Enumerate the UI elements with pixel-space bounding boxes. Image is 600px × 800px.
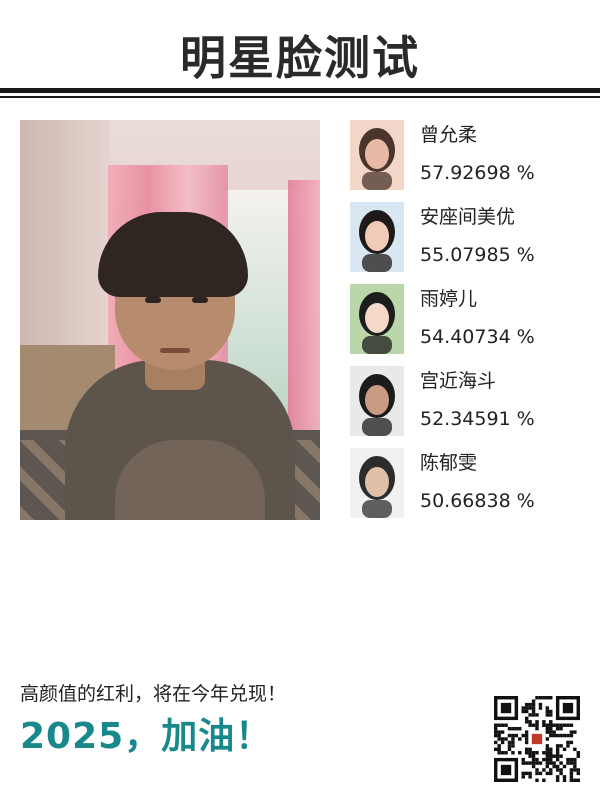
match-score-value: 52.34591 — [420, 408, 511, 430]
match-score: 57.92698% — [420, 162, 535, 184]
match-name: 宫近海斗 — [420, 370, 497, 392]
match-score-value: 57.92698 — [420, 162, 511, 184]
photo-eye-right — [192, 297, 208, 303]
match-score-value: 50.66838 — [420, 490, 511, 512]
qr-code[interactable] — [494, 696, 580, 782]
match-item[interactable]: 陈郁雯 50.66838% — [350, 448, 590, 520]
match-score-unit: % — [516, 326, 535, 348]
match-score-unit: % — [516, 244, 535, 266]
portrait-icon — [350, 202, 404, 272]
match-avatar[interactable] — [350, 120, 404, 190]
match-avatar[interactable] — [350, 448, 404, 518]
match-item[interactable]: 雨婷儿 54.40734% — [350, 284, 590, 356]
match-name: 安座间美优 — [420, 206, 516, 228]
portrait-icon — [350, 284, 404, 354]
portrait-icon — [350, 366, 404, 436]
match-item[interactable]: 安座间美优 55.07985% — [350, 202, 590, 274]
title-divider-thin — [0, 96, 600, 98]
match-item[interactable]: 曾允柔 57.92698% — [350, 120, 590, 192]
match-score-unit: % — [516, 490, 535, 512]
match-score: 54.40734% — [420, 326, 535, 348]
user-photo — [20, 120, 320, 520]
photo-mouth — [160, 348, 190, 353]
portrait-icon — [350, 448, 404, 518]
match-avatar[interactable] — [350, 366, 404, 436]
match-score: 50.66838% — [420, 490, 535, 512]
match-avatar[interactable] — [350, 202, 404, 272]
match-score: 52.34591% — [420, 408, 535, 430]
footer-message: 高颜值的红利，将在今年兑现！ — [20, 683, 287, 705]
footer-slogan: 2025，加油！ — [20, 716, 273, 757]
match-name: 陈郁雯 — [420, 452, 478, 474]
page-title: 明星脸测试 — [180, 31, 420, 85]
match-score-value: 54.40734 — [420, 326, 511, 348]
portrait-icon — [350, 120, 404, 190]
match-score-unit: % — [516, 408, 535, 430]
title-divider-thick — [0, 88, 600, 93]
qr-code-icon — [494, 696, 580, 782]
match-item[interactable]: 宫近海斗 52.34591% — [350, 366, 590, 438]
photo-eye-left — [145, 297, 161, 303]
match-name: 曾允柔 — [420, 124, 478, 146]
match-name: 雨婷儿 — [420, 288, 478, 310]
match-score-value: 55.07985 — [420, 244, 511, 266]
match-avatar[interactable] — [350, 284, 404, 354]
match-score-unit: % — [516, 162, 535, 184]
match-score: 55.07985% — [420, 244, 535, 266]
